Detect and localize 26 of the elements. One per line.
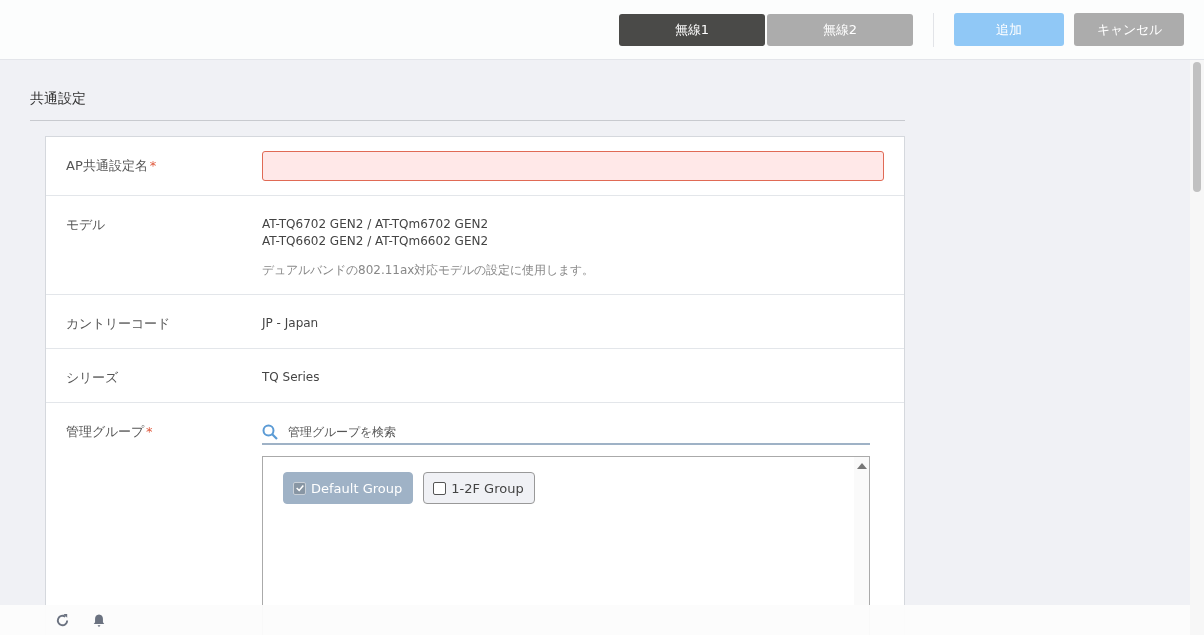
- value-text: JP - Japan: [262, 315, 320, 332]
- field-label: シリーズ: [66, 370, 118, 385]
- bell-icon[interactable]: [92, 612, 106, 628]
- refresh-icon[interactable]: [55, 612, 70, 628]
- field-label: AP共通設定名: [66, 158, 148, 173]
- scroll-up-icon[interactable]: [856, 463, 867, 469]
- note-text: デュアルバンドの802.11ax対応モデルの設定に使用します。: [262, 262, 596, 279]
- scrollbar[interactable]: [1190, 60, 1204, 635]
- section-title: 共通設定: [30, 90, 87, 108]
- search-icon: [262, 424, 278, 440]
- cancel-button[interactable]: キャンセル: [1074, 13, 1184, 46]
- tab[interactable]: 無線2: [767, 13, 913, 46]
- required-mark: *: [146, 424, 153, 439]
- required-mark: *: [149, 158, 157, 173]
- group-checkbox[interactable]: 1-2F Group: [423, 472, 535, 504]
- input-field[interactable]: [262, 151, 884, 181]
- add-button[interactable]: 追加: [954, 13, 1064, 46]
- value-text: AT-TQ6702 GEN2 / AT-TQm6702 GEN2: [262, 216, 490, 233]
- value-text: AT-TQ6602 GEN2 / AT-TQm6602 GEN2: [262, 233, 490, 250]
- field-label: 管理グループ: [66, 424, 144, 439]
- tab[interactable]: 無線1: [619, 13, 765, 46]
- search-field[interactable]: 管理グループを検索: [286, 424, 790, 440]
- checkmark-icon: [294, 483, 305, 493]
- field-label: カントリーコード: [66, 316, 170, 331]
- field-label: モデル: [66, 217, 105, 232]
- value-text: TQ Series: [262, 369, 321, 386]
